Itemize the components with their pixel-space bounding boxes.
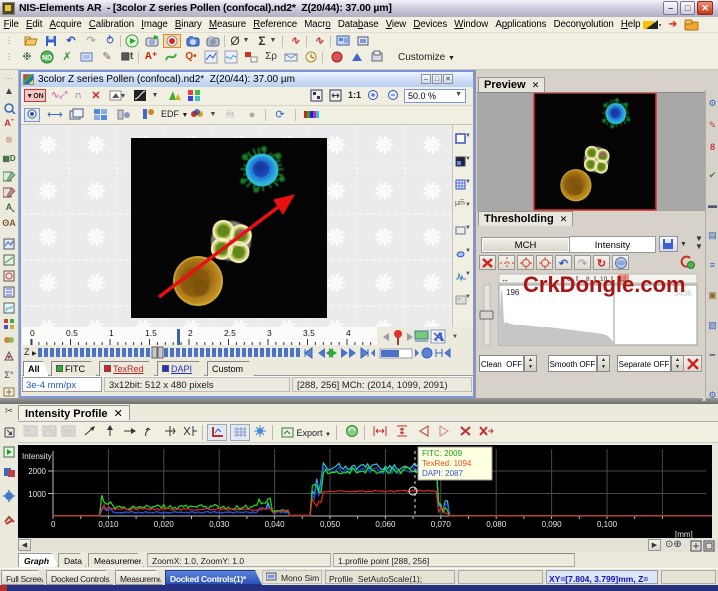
svg-text:3: 3 (267, 328, 272, 338)
svg-text:1.5: 1.5 (145, 328, 157, 338)
svg-text:[mm]: [mm] (675, 530, 693, 538)
svg-text:2000: 2000 (28, 467, 46, 476)
svg-text:ND: ND (42, 55, 52, 62)
svg-text:1000: 1000 (28, 490, 46, 499)
svg-text:0,020: 0,020 (154, 520, 175, 529)
svg-text:196: 196 (506, 288, 520, 297)
svg-text:0,040: 0,040 (265, 520, 286, 529)
svg-text:1: 1 (109, 328, 114, 338)
svg-text:Intensity: Intensity (22, 452, 52, 461)
svg-text:0,050: 0,050 (320, 520, 341, 529)
svg-text:0,100: 0,100 (597, 520, 618, 529)
svg-text:TexRed: 1094: TexRed: 1094 (422, 459, 472, 468)
svg-text:4: 4 (346, 328, 351, 338)
svg-text:0: 0 (51, 520, 56, 529)
svg-text:0,090: 0,090 (542, 520, 563, 529)
svg-text:0,080: 0,080 (486, 520, 507, 529)
svg-text:↔: ↔ (501, 275, 509, 284)
svg-text:0,070: 0,070 (431, 520, 452, 529)
svg-text:3.5: 3.5 (303, 328, 315, 338)
svg-text:2: 2 (188, 328, 193, 338)
svg-text:DAPI: 2087: DAPI: 2087 (422, 469, 463, 478)
svg-text:0,030: 0,030 (209, 520, 230, 529)
svg-text:0,060: 0,060 (375, 520, 396, 529)
svg-text:2.5: 2.5 (224, 328, 236, 338)
svg-text:0,010: 0,010 (98, 520, 119, 529)
svg-text:FITC: 2009: FITC: 2009 (422, 449, 463, 458)
svg-text:0.5: 0.5 (66, 328, 78, 338)
svg-text:0: 0 (30, 328, 35, 338)
